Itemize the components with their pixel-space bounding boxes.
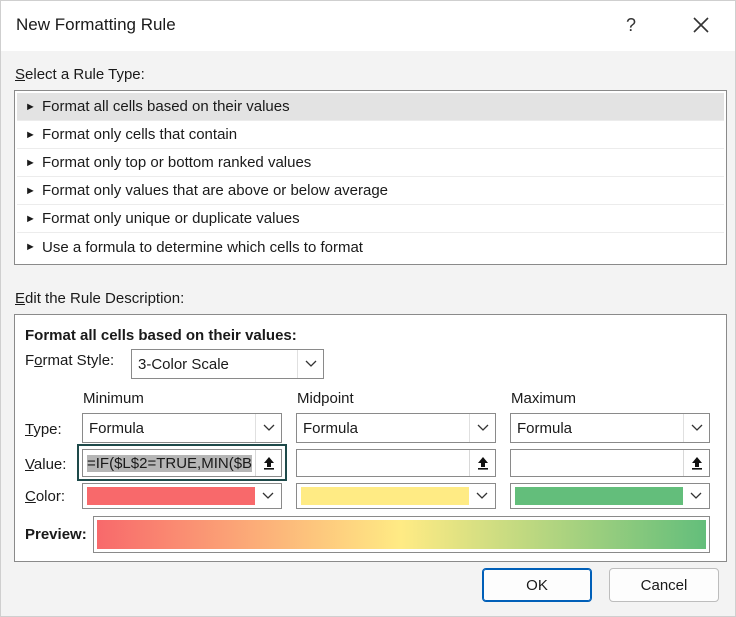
minimum-value-text: =IF($L$2=TRUE,MIN($B xyxy=(87,454,253,472)
close-button[interactable] xyxy=(683,9,719,41)
help-button[interactable]: ? xyxy=(613,9,649,41)
arrow-icon: ► xyxy=(25,128,36,141)
minimum-value-input[interactable]: =IF($L$2=TRUE,MIN($B xyxy=(82,449,282,477)
dialog-title: New Formatting Rule xyxy=(16,15,176,34)
title-bar[interactable]: New Formatting Rule ? xyxy=(1,1,735,51)
rule-item-label: Format only values that are above or bel… xyxy=(42,182,389,199)
rule-item-label: Format all cells based on their values xyxy=(42,98,290,115)
preview-gradient xyxy=(97,520,706,549)
rule-item-label: Format only top or bottom ranked values xyxy=(42,154,312,171)
select-rule-type-label: Select a Rule Type: xyxy=(15,66,145,83)
minimum-header: Minimum xyxy=(83,390,144,407)
minimum-type-value: Formula xyxy=(89,419,145,437)
type-label: Type: xyxy=(25,421,62,438)
ok-button[interactable]: OK xyxy=(482,568,592,602)
preview-label: Preview: xyxy=(25,526,87,543)
format-style-label: Format Style: xyxy=(25,352,115,369)
midpoint-color-swatch xyxy=(301,487,469,505)
midpoint-value-text xyxy=(297,450,469,476)
rule-type-list[interactable]: ► Format all cells based on their values… xyxy=(14,90,727,265)
description-heading: Format all cells based on their values: xyxy=(25,327,297,344)
maximum-header: Maximum xyxy=(511,390,577,407)
rule-item-cells-contain[interactable]: ► Format only cells that contain xyxy=(17,121,724,149)
chevron-down-icon xyxy=(255,484,281,508)
value-label: Value: xyxy=(25,456,67,473)
midpoint-value-input[interactable] xyxy=(296,449,496,477)
collapse-dialog-button[interactable] xyxy=(255,450,281,476)
chevron-down-icon xyxy=(683,414,709,442)
rule-item-label: Use a formula to determine which cells t… xyxy=(42,238,363,256)
arrow-icon: ► xyxy=(25,100,36,113)
rule-item-label: Format only unique or duplicate values xyxy=(42,210,300,227)
rule-item-above-below-average[interactable]: ► Format only values that are above or b… xyxy=(17,177,724,205)
chevron-down-icon xyxy=(469,484,495,508)
minimum-type-dropdown[interactable]: Formula xyxy=(82,413,282,443)
rule-item-label: Format only cells that contain xyxy=(42,126,238,143)
range-picker-icon xyxy=(691,457,702,470)
maximum-value-text xyxy=(511,450,683,476)
collapse-dialog-button[interactable] xyxy=(683,450,709,476)
minimum-color-swatch xyxy=(87,487,255,505)
rule-item-top-bottom[interactable]: ► Format only top or bottom ranked value… xyxy=(17,149,724,177)
midpoint-header: Midpoint xyxy=(297,390,354,407)
midpoint-color-picker[interactable] xyxy=(296,483,496,509)
chevron-down-icon xyxy=(683,484,709,508)
midpoint-type-value: Formula xyxy=(303,419,359,437)
chevron-down-icon xyxy=(255,414,281,442)
chevron-down-icon xyxy=(297,350,323,378)
range-picker-icon xyxy=(263,457,274,470)
edit-rule-description-label: Edit the Rule Description: xyxy=(15,290,185,307)
maximum-color-picker[interactable] xyxy=(510,483,710,509)
arrow-icon: ► xyxy=(25,212,36,225)
maximum-type-dropdown[interactable]: Formula xyxy=(510,413,710,443)
preview-bar xyxy=(93,516,710,553)
collapse-dialog-button[interactable] xyxy=(469,450,495,476)
arrow-icon: ► xyxy=(25,241,36,253)
color-label: Color: xyxy=(25,488,66,505)
arrow-icon: ► xyxy=(25,156,36,169)
rule-item-unique-duplicate[interactable]: ► Format only unique or duplicate values xyxy=(17,205,724,233)
maximum-type-value: Formula xyxy=(517,419,573,437)
cancel-button[interactable]: Cancel xyxy=(609,568,719,602)
format-style-value: 3-Color Scale xyxy=(138,355,229,373)
minimum-color-picker[interactable] xyxy=(82,483,282,509)
chevron-down-icon xyxy=(469,414,495,442)
rule-item-all-cells-values[interactable]: ► Format all cells based on their values xyxy=(17,93,724,121)
help-icon: ? xyxy=(625,14,636,35)
maximum-color-swatch xyxy=(515,487,683,505)
maximum-value-input[interactable] xyxy=(510,449,710,477)
new-formatting-rule-dialog: New Formatting Rule ? Select a Rule Type… xyxy=(0,0,736,617)
format-style-dropdown[interactable]: 3-Color Scale xyxy=(131,349,324,379)
range-picker-icon xyxy=(477,457,488,470)
arrow-icon: ► xyxy=(25,184,36,197)
rule-item-formula[interactable]: ► Use a formula to determine which cells… xyxy=(17,233,724,261)
close-icon xyxy=(693,17,709,33)
midpoint-type-dropdown[interactable]: Formula xyxy=(296,413,496,443)
